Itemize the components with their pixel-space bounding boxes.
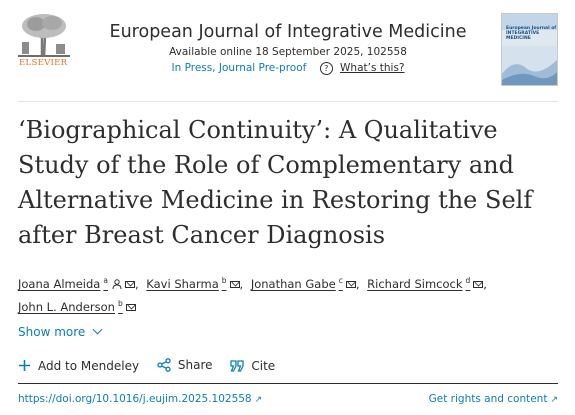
journal-cover-image[interactable]: European Journal of INTEGRATIVE MEDICINE — [501, 13, 558, 86]
mail-icon — [473, 281, 484, 288]
journal-info: European Journal of Integrative Medicine… — [88, 22, 488, 75]
affiliation-marker: d — [465, 276, 471, 285]
author-link[interactable]: Richard Simcock d — [367, 276, 484, 291]
header-divider — [18, 101, 558, 102]
mail-icon — [125, 304, 136, 311]
mail-icon — [345, 281, 356, 288]
author-link[interactable]: Joana Almeida a — [18, 276, 135, 291]
affiliation-marker: b — [221, 276, 227, 285]
cite-button[interactable]: Cite — [230, 359, 275, 373]
external-link-icon: ↗ — [254, 395, 263, 405]
actions-divider — [18, 383, 558, 384]
available-online: Available online 18 September 2025, 1025… — [169, 46, 407, 58]
chevron-down-icon — [92, 324, 103, 335]
cover-title: European Journal of INTEGRATIVE MEDICINE — [506, 26, 557, 41]
show-more-button[interactable]: Show more — [18, 324, 103, 339]
quote-icon — [230, 360, 245, 372]
person-icon — [112, 279, 122, 289]
rights-link[interactable]: Get rights and content ↗ — [429, 393, 558, 405]
mail-icon — [124, 281, 135, 288]
article-title: ‘Biographical Continuity’: A Qualitative… — [18, 116, 533, 249]
journal-header: ELSEVIER European Journal of Integrative… — [18, 12, 558, 100]
elsevier-wordmark: ELSEVIER — [19, 58, 68, 68]
author-name: John L. Anderson — [18, 300, 115, 314]
rights-text: Get rights and content — [428, 393, 548, 405]
show-more-label: Show more — [18, 325, 86, 339]
doi-text: https://doi.org/10.1016/j.eujim.2025.102… — [18, 393, 252, 405]
article-status: In Press, Journal Pre-proof ? What’s thi… — [88, 62, 488, 75]
author-list: Joana Almeida a, Kavi Sharma b, Jonathan G… — [18, 276, 487, 314]
article-actions: Add to Mendeley Share Cite — [18, 358, 289, 378]
affiliation-marker: a — [103, 276, 108, 285]
cite-label: Cite — [251, 359, 276, 373]
author-name: Joana Almeida — [18, 277, 101, 291]
author-link[interactable]: Kavi Sharma b — [146, 276, 240, 291]
author-name: Richard Simcock — [367, 277, 463, 291]
mail-icon — [229, 281, 240, 288]
whats-this-link[interactable]: What’s this? — [340, 62, 404, 74]
help-circle-icon[interactable]: ? — [319, 62, 333, 75]
affiliation-marker: c — [338, 276, 343, 285]
external-link-icon: ↗ — [550, 395, 558, 405]
author-link[interactable]: Jonathan Gabe c — [250, 276, 356, 291]
elsevier-tree-icon — [18, 12, 70, 58]
journal-title[interactable]: European Journal of Integrative Medicine — [88, 22, 488, 42]
author-name: Jonathan Gabe — [250, 277, 336, 291]
mendeley-label: Add to Mendeley — [38, 358, 140, 373]
share-label: Share — [177, 358, 213, 372]
cover-artwork — [502, 46, 557, 85]
doi-link[interactable]: https://doi.org/10.1016/j.eujim.2025.102… — [18, 393, 262, 405]
status-link[interactable]: In Press, Journal Pre-proof — [172, 62, 307, 74]
share-icon — [157, 358, 171, 372]
affiliation-marker: b — [117, 299, 123, 308]
author-link[interactable]: John L. Anderson b — [18, 299, 136, 314]
add-to-mendeley-button[interactable]: Add to Mendeley — [18, 359, 139, 373]
author-name: Kavi Sharma — [146, 277, 219, 291]
share-button[interactable]: Share — [157, 358, 213, 372]
elsevier-logo[interactable]: ELSEVIER — [18, 12, 70, 68]
plus-icon — [19, 360, 30, 371]
